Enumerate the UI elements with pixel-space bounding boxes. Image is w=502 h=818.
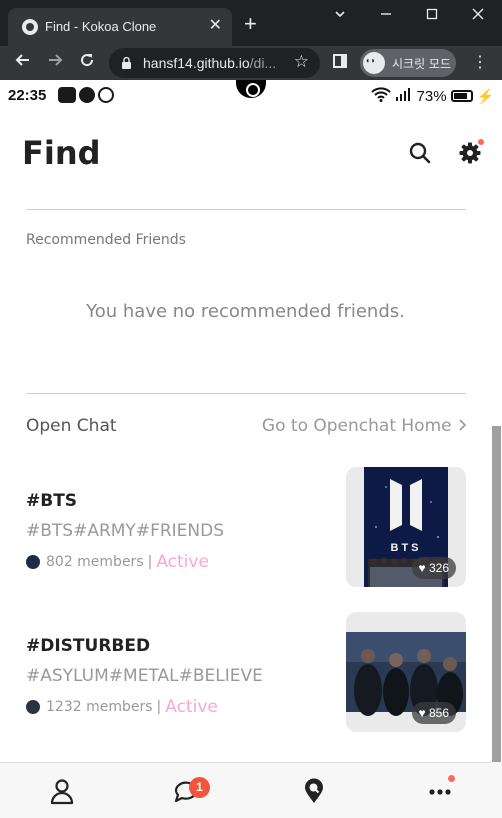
heart-icon: ♥ [418, 706, 426, 720]
maximize-button[interactable] [422, 6, 442, 26]
like-count-badge: ♥ 326 [411, 557, 456, 579]
nav-friends-user-icon[interactable] [48, 777, 76, 805]
like-count-badge: ♥ 856 [411, 702, 456, 724]
divider [26, 209, 466, 210]
chevron-right-icon [457, 416, 467, 436]
browser-tabbar: Find - Kokoa Clone ✕ + [0, 0, 502, 46]
battery-percent: 73% [416, 87, 447, 105]
nav-find-location-icon[interactable] [300, 777, 328, 805]
side-panel-icon[interactable] [333, 54, 347, 68]
url-path: /di... [249, 55, 277, 71]
gear-icon[interactable] [458, 141, 482, 165]
tab-title: Find - Kokoa Clone [45, 19, 157, 34]
member-count: 1232 members [46, 699, 153, 715]
chat-room-name: #DISTURBED [26, 636, 151, 656]
chat-room-meta: 1232 members | Active [26, 697, 218, 717]
incognito-label: 시크릿 모드 [392, 57, 452, 71]
like-count: 856 [428, 706, 449, 720]
lock-icon[interactable] [122, 56, 131, 69]
window-close-button[interactable] [468, 6, 488, 26]
incognito-icon [363, 52, 385, 74]
globe-icon [22, 19, 38, 35]
bottom-nav: 1 [0, 762, 491, 818]
chat-room-tags: #ASYLUM#METAL#BELIEVE [26, 666, 263, 686]
battery-icon [450, 90, 473, 102]
settings-notification-dot [478, 139, 484, 145]
charging-bolt-icon: ⚡ [476, 87, 494, 104]
chat-room-name: #BTS [26, 491, 78, 511]
status-badge: Active [165, 697, 218, 717]
page-title: Find [22, 134, 101, 172]
message-icon [79, 87, 95, 103]
chat-room-tags: #BTS#ARMY#FRIENDS [26, 521, 225, 541]
new-tab-button[interactable]: + [244, 12, 257, 36]
minimize-button[interactable] [376, 6, 396, 26]
notification-icons [58, 87, 114, 103]
scrollbar-track-bottom [491, 762, 502, 818]
meta-separator: | [147, 554, 153, 570]
incognito-indicator[interactable]: 시크릿 모드 [360, 49, 456, 77]
signal-icon [395, 87, 413, 105]
wifi-icon [370, 86, 391, 106]
status-time: 22:35 [8, 87, 47, 104]
tab-close-button[interactable]: ✕ [209, 17, 222, 35]
status-right: 73% ⚡ [370, 86, 494, 106]
bts-cover-text: BTS [391, 542, 422, 554]
url-text[interactable]: hansf14.github.io/di... [143, 55, 276, 71]
member-avatar [26, 700, 40, 714]
viber-icon [98, 87, 114, 103]
meta-separator: | [156, 699, 162, 715]
openchat-home-link-label: Go to Openchat Home [261, 416, 452, 436]
browser-menu-icon[interactable]: ⋮ [472, 52, 488, 72]
chat-room-thumbnail: BTS ♥ 326 [346, 467, 466, 587]
tab-list-chevron-icon[interactable] [330, 6, 350, 26]
back-arrow-icon[interactable] [12, 51, 34, 73]
search-icon[interactable] [408, 141, 432, 165]
chat-unread-badge: 1 [189, 777, 210, 798]
url-host: hansf14.github.io [143, 55, 250, 71]
find-screen: Find Recommended Friends You have no rec… [0, 110, 502, 762]
scrollbar-thumb[interactable] [492, 426, 501, 762]
status-badge: Active [156, 552, 209, 572]
more-notification-dot [448, 775, 455, 782]
member-count: 802 members [46, 554, 144, 570]
divider [26, 393, 466, 394]
open-chat-heading: Open Chat [26, 416, 117, 436]
like-count: 326 [428, 561, 449, 575]
forward-arrow-icon[interactable] [44, 51, 66, 73]
member-avatar [26, 555, 40, 569]
openchat-home-link[interactable]: Go to Openchat Home [262, 416, 467, 436]
recommended-friends-heading: Recommended Friends [26, 232, 186, 248]
chat-room-meta: 802 members | Active [26, 552, 209, 572]
heart-icon: ♥ [418, 561, 426, 575]
chat-room-thumbnail: ♥ 856 [346, 612, 466, 732]
discord-icon [58, 87, 76, 103]
address-bar[interactable]: hansf14.github.io/di... ☆ [109, 48, 320, 78]
no-recommendations-message: You have no recommended friends. [86, 301, 405, 322]
reload-icon[interactable] [76, 51, 98, 73]
openchat-item[interactable]: #DISTURBED #ASYLUM#METAL#BELIEVE 1232 me… [0, 612, 491, 734]
bookmark-star-icon[interactable]: ☆ [294, 52, 309, 72]
openchat-item[interactable]: #BTS #BTS#ARMY#FRIENDS 802 members | Act… [0, 467, 491, 589]
browser-tab[interactable]: Find - Kokoa Clone ✕ [8, 8, 232, 46]
browser-toolbar: hansf14.github.io/di... ☆ 시크릿 모드 ⋮ [0, 46, 502, 80]
